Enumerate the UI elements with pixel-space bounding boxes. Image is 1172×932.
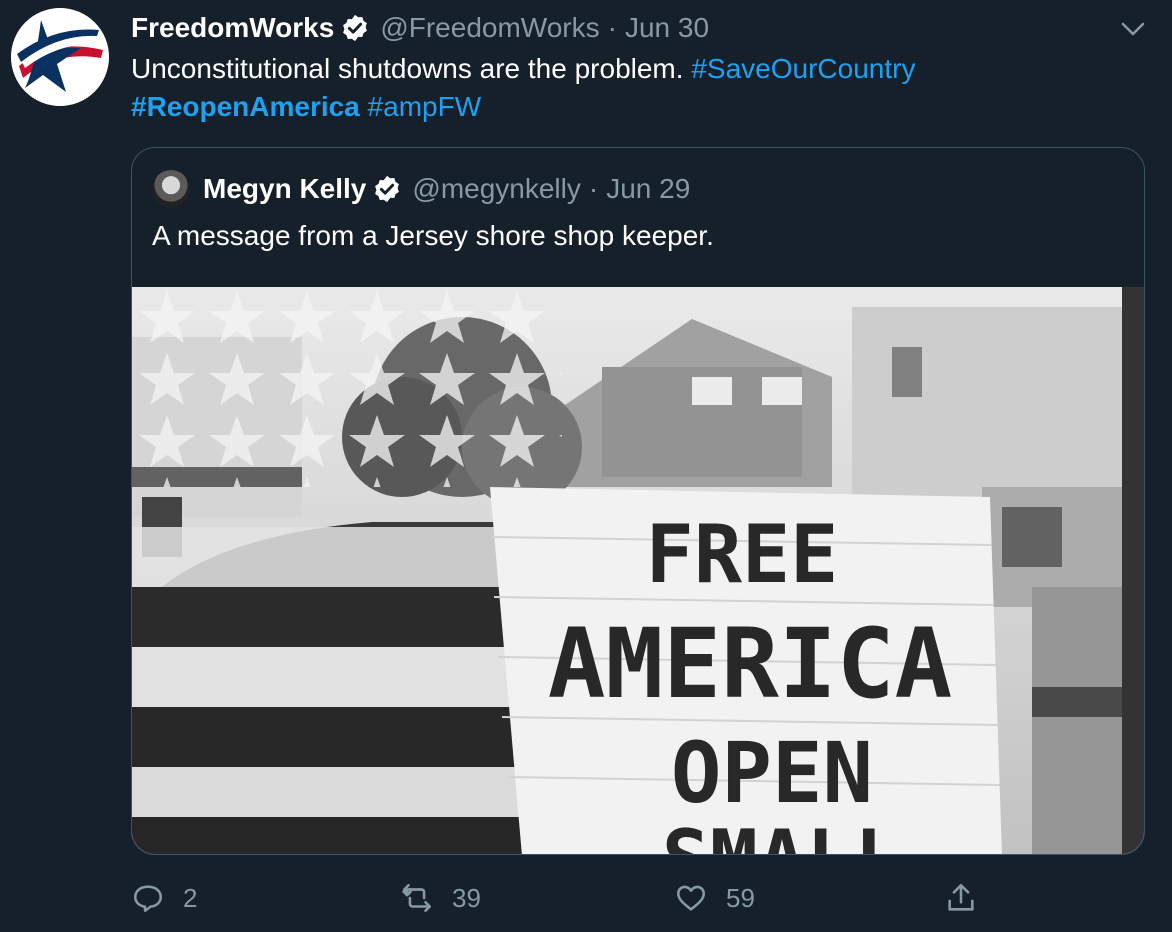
reply-button[interactable]: 2 — [131, 876, 197, 920]
hashtag-link[interactable]: #ampFW — [368, 91, 482, 122]
quoted-author-name[interactable]: Megyn Kelly — [203, 173, 366, 205]
quoted-tweet-text: A message from a Jersey shore shop keepe… — [152, 220, 714, 251]
verified-badge-icon — [343, 14, 368, 42]
freedomworks-logo — [11, 8, 109, 106]
like-count: 59 — [726, 882, 755, 913]
retweet-icon — [402, 883, 432, 913]
share-icon — [948, 883, 974, 911]
author-handle[interactable]: @FreedomWorks — [380, 12, 599, 44]
quoted-tweet-header: Megyn Kelly @megynkelly · Jun 29 — [203, 170, 690, 208]
like-button[interactable]: 59 — [674, 876, 755, 920]
like-icon — [676, 885, 706, 911]
author-avatar[interactable] — [11, 8, 109, 106]
tweet-header: FreedomWorks @FreedomWorks · Jun 30 — [131, 10, 709, 46]
retweet-count: 39 — [452, 882, 481, 913]
retweet-button[interactable]: 39 — [400, 876, 481, 920]
quoted-tweet-date[interactable]: Jun 29 — [606, 173, 690, 205]
tweet-text: Unconstitutional shutdowns are the probl… — [131, 50, 1131, 126]
quoted-tweet-image[interactable]: FREE AMERICA OPEN SMALL — [132, 287, 1144, 854]
reply-icon — [133, 885, 163, 913]
tweet-date[interactable]: Jun 30 — [625, 12, 709, 44]
quoted-author-handle[interactable]: @megynkelly — [412, 173, 580, 205]
tweet-actions: 2 39 59 — [0, 876, 1172, 920]
reply-count: 2 — [183, 882, 198, 913]
chevron-down-icon[interactable] — [1118, 14, 1148, 44]
quoted-tweet[interactable]: Megyn Kelly @megynkelly · Jun 29 A messa… — [131, 147, 1145, 855]
separator-dot: · — [607, 12, 617, 43]
author-name[interactable]: FreedomWorks — [131, 12, 334, 44]
shop-window-photo: FREE AMERICA OPEN SMALL — [132, 287, 1144, 854]
verified-badge-icon — [375, 175, 400, 203]
separator-dot: · — [588, 173, 599, 204]
tweet-body: Unconstitutional shutdowns are the probl… — [131, 53, 684, 84]
hashtag-link[interactable]: #ReopenAmerica — [131, 91, 360, 122]
quoted-author-avatar[interactable] — [152, 170, 190, 208]
hashtag-link[interactable]: #SaveOurCountry — [691, 53, 915, 84]
share-button[interactable] — [944, 876, 996, 920]
